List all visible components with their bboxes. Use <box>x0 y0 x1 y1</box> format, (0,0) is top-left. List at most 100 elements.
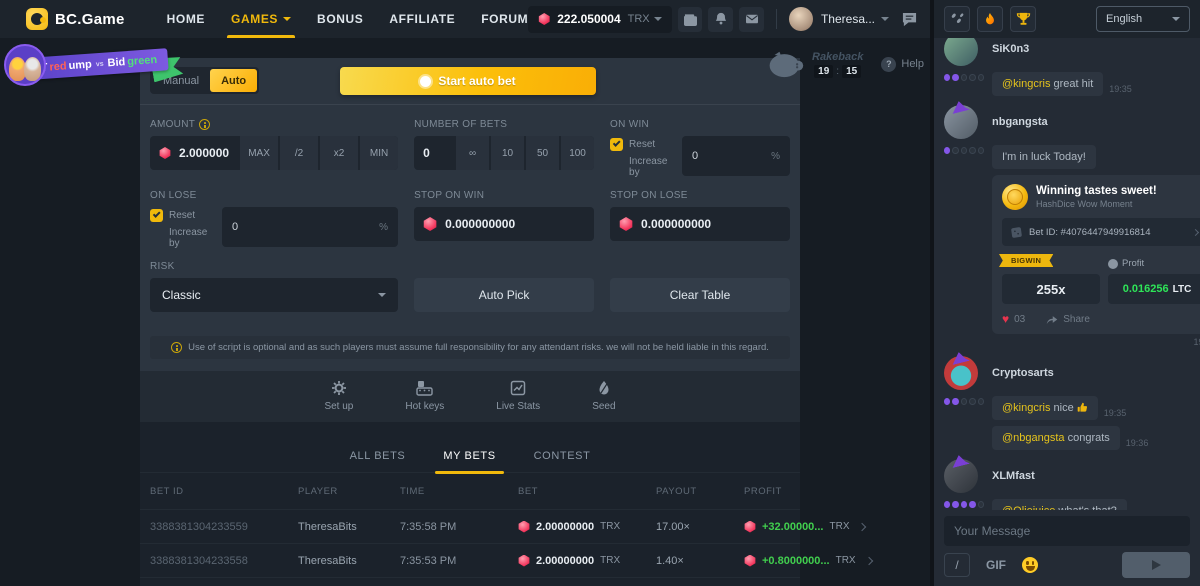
mention[interactable]: @Oliejuice <box>1002 505 1055 510</box>
nav-games[interactable]: GAMES <box>231 0 291 38</box>
chat-toggle-button[interactable] <box>901 12 918 27</box>
chat-username[interactable]: nbgangsta <box>984 116 1200 128</box>
reset-checkbox[interactable] <box>150 209 163 222</box>
on-lose-input[interactable]: 0% <box>222 207 398 247</box>
stop-on-lose-input[interactable]: 0.000000000 <box>610 217 790 231</box>
chat-header: English <box>934 0 1200 38</box>
clear-table-button[interactable]: Clear Table <box>610 278 790 312</box>
divider <box>776 9 777 29</box>
double-button[interactable]: x2 <box>320 136 358 170</box>
currency-dropdown[interactable]: TRX <box>628 13 662 25</box>
share-button[interactable]: Share <box>1046 314 1090 325</box>
start-auto-bet-button[interactable]: Start auto bet <box>340 67 596 95</box>
witch-hat-icon <box>950 453 970 468</box>
reset-checkbox[interactable] <box>610 138 623 151</box>
stop-on-win-input[interactable]: 0.000000000 <box>414 217 594 231</box>
mention[interactable]: @kingcris <box>1002 402 1050 414</box>
notifications-button[interactable] <box>708 7 733 32</box>
max-button[interactable]: MAX <box>240 136 278 170</box>
nav-forum[interactable]: FORUM <box>481 0 528 38</box>
contest-button[interactable] <box>1010 6 1036 32</box>
gif-button[interactable]: GIF <box>986 558 1006 572</box>
chat-username[interactable]: SiK0n3 <box>984 43 1190 55</box>
dice-icon <box>1010 226 1023 239</box>
balance-selector[interactable]: 222.050004 TRX <box>528 6 671 33</box>
logo[interactable]: BC.Game <box>26 8 125 30</box>
amount-input[interactable]: 2.000000 <box>150 146 238 160</box>
bets-10-button[interactable]: 10 <box>491 136 524 170</box>
nav-home[interactable]: HOME <box>167 0 205 38</box>
min-button[interactable]: MIN <box>360 136 398 170</box>
wallet-button[interactable] <box>678 7 703 32</box>
bet-row[interactable]: 3388381304233557 TheresaBits 7:35:48 PM … <box>140 577 800 586</box>
center-column: Manual Auto Start auto bet AMOUNT <box>140 58 800 586</box>
promo-banner[interactable]: TredumpvsBidgreen <box>4 44 182 86</box>
number-of-bets-input[interactable]: 0 <box>414 146 454 160</box>
seed-icon <box>597 380 611 396</box>
language-selector[interactable]: English <box>1096 6 1190 32</box>
hotkeys-tool[interactable]: Hot keys <box>405 380 444 412</box>
tab-contest[interactable]: CONTEST <box>532 444 593 472</box>
chat-bubble: @kingcris great hit <box>992 72 1103 96</box>
piggy-bank-icon <box>768 50 804 78</box>
chat-toolbar: / GIF <box>934 550 1200 586</box>
user-badges <box>944 66 984 96</box>
live-stats-tool[interactable]: Live Stats <box>496 380 540 412</box>
hot-streak-button[interactable] <box>977 6 1003 32</box>
info-icon[interactable] <box>199 119 210 130</box>
number-of-bets-field: NUMBER OF BETS 0 ∞ 10 50 100 <box>414 119 594 178</box>
card-bet-id-row[interactable]: Bet ID: #4076447949916814 <box>1002 218 1200 246</box>
user-badges <box>944 390 984 450</box>
slash-commands-button[interactable]: / <box>944 553 970 577</box>
chevron-right-icon[interactable] <box>858 522 866 530</box>
bet-row[interactable]: 3388381304233558 TheresaBits 7:35:53 PM … <box>140 543 800 577</box>
setup-tool[interactable]: Set up <box>324 380 353 412</box>
chat-bubble: @nbgangsta congrats <box>992 426 1120 450</box>
nav-bonus[interactable]: BONUS <box>317 0 363 38</box>
messages-button[interactable] <box>739 7 764 32</box>
avatar[interactable] <box>944 356 978 390</box>
chevron-down-icon <box>654 17 662 21</box>
tab-my-bets[interactable]: MY BETS <box>441 444 497 472</box>
chat-message-input[interactable] <box>944 516 1190 546</box>
chevron-right-icon <box>1192 228 1199 235</box>
half-button[interactable]: /2 <box>280 136 318 170</box>
trx-gem-icon <box>159 147 171 159</box>
on-win-input[interactable]: 0% <box>682 136 790 176</box>
auto-pick-button[interactable]: Auto Pick <box>414 278 594 312</box>
emoji-button[interactable] <box>1022 557 1038 573</box>
message-time: 19:35 <box>992 337 1200 347</box>
chevron-down-icon[interactable] <box>881 17 889 21</box>
bet-row[interactable]: 3388381304233559 TheresaBits 7:35:58 PM … <box>140 509 800 543</box>
tab-all-bets[interactable]: ALL BETS <box>348 444 408 472</box>
help-button[interactable]: ? Help <box>881 57 924 72</box>
user-avatar[interactable] <box>789 7 813 31</box>
mention[interactable]: @nbgangsta <box>1002 432 1065 444</box>
seed-tool[interactable]: Seed <box>592 380 615 412</box>
rain-button[interactable] <box>944 6 970 32</box>
user-badges <box>944 139 984 347</box>
auto-mode-tab[interactable]: Auto <box>210 69 257 92</box>
send-message-button[interactable] <box>1122 552 1190 578</box>
risk-select[interactable]: Classic <box>150 278 398 312</box>
heart-icon[interactable]: ♥ <box>1002 313 1009 325</box>
bigwin-ribbon: BIGWIN <box>999 254 1053 267</box>
timer-minutes: 19 <box>814 65 833 78</box>
win-share-card[interactable]: Winning tastes sweet! HashDice Wow Momen… <box>992 175 1200 334</box>
avatar[interactable] <box>944 459 978 493</box>
avatar[interactable] <box>944 38 978 66</box>
chat-username[interactable]: XLMfast <box>984 470 1190 482</box>
infinity-button[interactable]: ∞ <box>456 136 489 170</box>
chat-input-wrap <box>944 516 1190 546</box>
trx-gem-icon <box>744 555 756 567</box>
chat-username[interactable]: Cryptosarts <box>984 367 1190 379</box>
username[interactable]: Theresa... <box>821 12 875 26</box>
rakeback-widget[interactable]: Rakeback 19 : 15 ? Help <box>768 44 924 84</box>
mention[interactable]: @kingcris <box>1002 78 1050 90</box>
nav-affiliate[interactable]: AFFILIATE <box>389 0 455 38</box>
chevron-right-icon[interactable] <box>864 556 872 564</box>
avatar[interactable] <box>944 105 978 139</box>
live-stats-icon <box>510 380 526 396</box>
bets-50-button[interactable]: 50 <box>526 136 559 170</box>
bets-100-button[interactable]: 100 <box>561 136 594 170</box>
